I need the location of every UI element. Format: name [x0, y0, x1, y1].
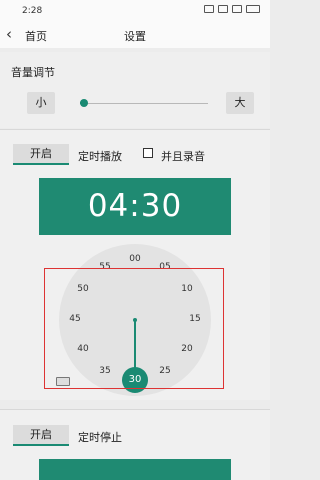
stop-timer-panel: 开启 定时停止 — [0, 410, 270, 480]
volume-small-button[interactable]: 小 — [27, 92, 55, 114]
wifi-icon — [218, 5, 228, 13]
stop-open-button[interactable]: 开启 — [13, 425, 69, 446]
volume-slider[interactable] — [80, 99, 208, 107]
record-checkbox[interactable] — [143, 148, 153, 158]
stop-time-display[interactable] — [39, 459, 231, 480]
battery-icon — [246, 5, 260, 13]
volume-section: 音量调节 小 大 — [0, 52, 270, 128]
start-time-display[interactable]: 04:30 — [39, 178, 231, 235]
start-open-button[interactable]: 开启 — [13, 144, 69, 165]
status-bar: 2:28 — [0, 0, 270, 22]
volume-large-button[interactable]: 大 — [226, 92, 254, 114]
signal-icon — [232, 5, 242, 13]
record-checkbox-label: 并且录音 — [161, 150, 205, 163]
status-icons — [204, 5, 260, 13]
notification-icon — [204, 5, 214, 13]
chevron-left-icon[interactable]: ‹ — [6, 25, 12, 43]
clock-highlight-frame — [44, 268, 224, 389]
volume-title: 音量调节 — [11, 66, 55, 79]
top-nav: ‹ 首页 设置 — [0, 22, 270, 48]
keyboard-icon[interactable] — [56, 377, 70, 386]
volume-slider-thumb[interactable] — [80, 99, 88, 107]
status-time: 2:28 — [22, 6, 43, 16]
clock-tick-label[interactable]: 00 — [126, 254, 144, 264]
stop-timer-label: 定时停止 — [78, 431, 122, 444]
start-timer-label: 定时播放 — [78, 150, 122, 163]
start-timer-panel: 开启 定时播放 并且录音 04:30 00 05 10 15 20 25 35 40 45 50 5… — [0, 130, 270, 400]
home-link[interactable]: 首页 — [25, 28, 47, 44]
